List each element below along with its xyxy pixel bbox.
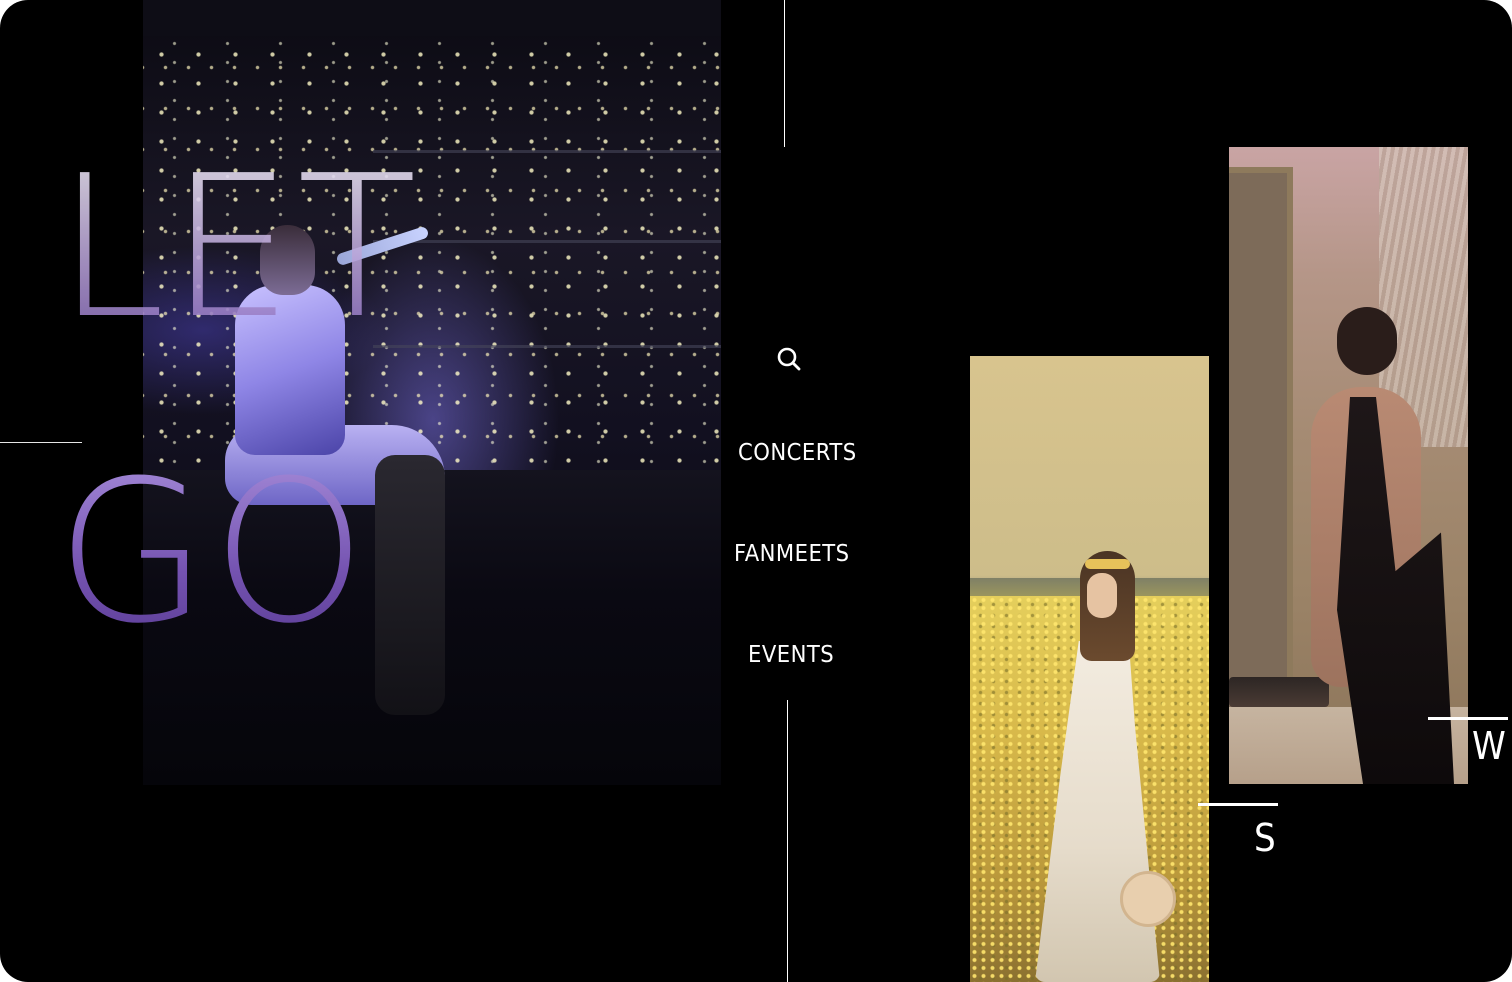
season-underline — [1198, 803, 1278, 806]
nav-link-fanmeets[interactable]: FANMEETS — [734, 541, 850, 567]
nav-divider-top — [784, 0, 785, 147]
concert-photo — [143, 0, 721, 785]
picture-frame — [1229, 167, 1293, 739]
woman-figure — [1025, 551, 1176, 982]
season-label-s[interactable]: S — [1254, 816, 1276, 860]
nav-divider-bottom — [787, 700, 788, 982]
arena-ceiling — [143, 0, 721, 36]
search-button[interactable] — [770, 340, 808, 378]
hero-title-line-1: LET — [56, 134, 421, 362]
decorative-divider — [0, 442, 82, 443]
nav-link-concerts[interactable]: CONCERTS — [738, 440, 857, 466]
hero-title-line-2: GO — [56, 439, 371, 667]
landing-page: LET GO CONCERTS FANMEETS EVENTS S W — [0, 0, 1512, 982]
season-underline — [1428, 717, 1508, 720]
winter-card-image[interactable] — [1229, 147, 1468, 784]
boot — [375, 455, 445, 715]
search-icon — [777, 347, 801, 371]
spring-card-image[interactable] — [970, 356, 1209, 982]
nav-link-events[interactable]: EVENTS — [748, 642, 834, 668]
straw-bag — [1120, 871, 1176, 927]
season-label-w[interactable]: W — [1472, 724, 1506, 768]
marble-table — [1229, 677, 1329, 707]
balcony-rail — [373, 150, 721, 153]
